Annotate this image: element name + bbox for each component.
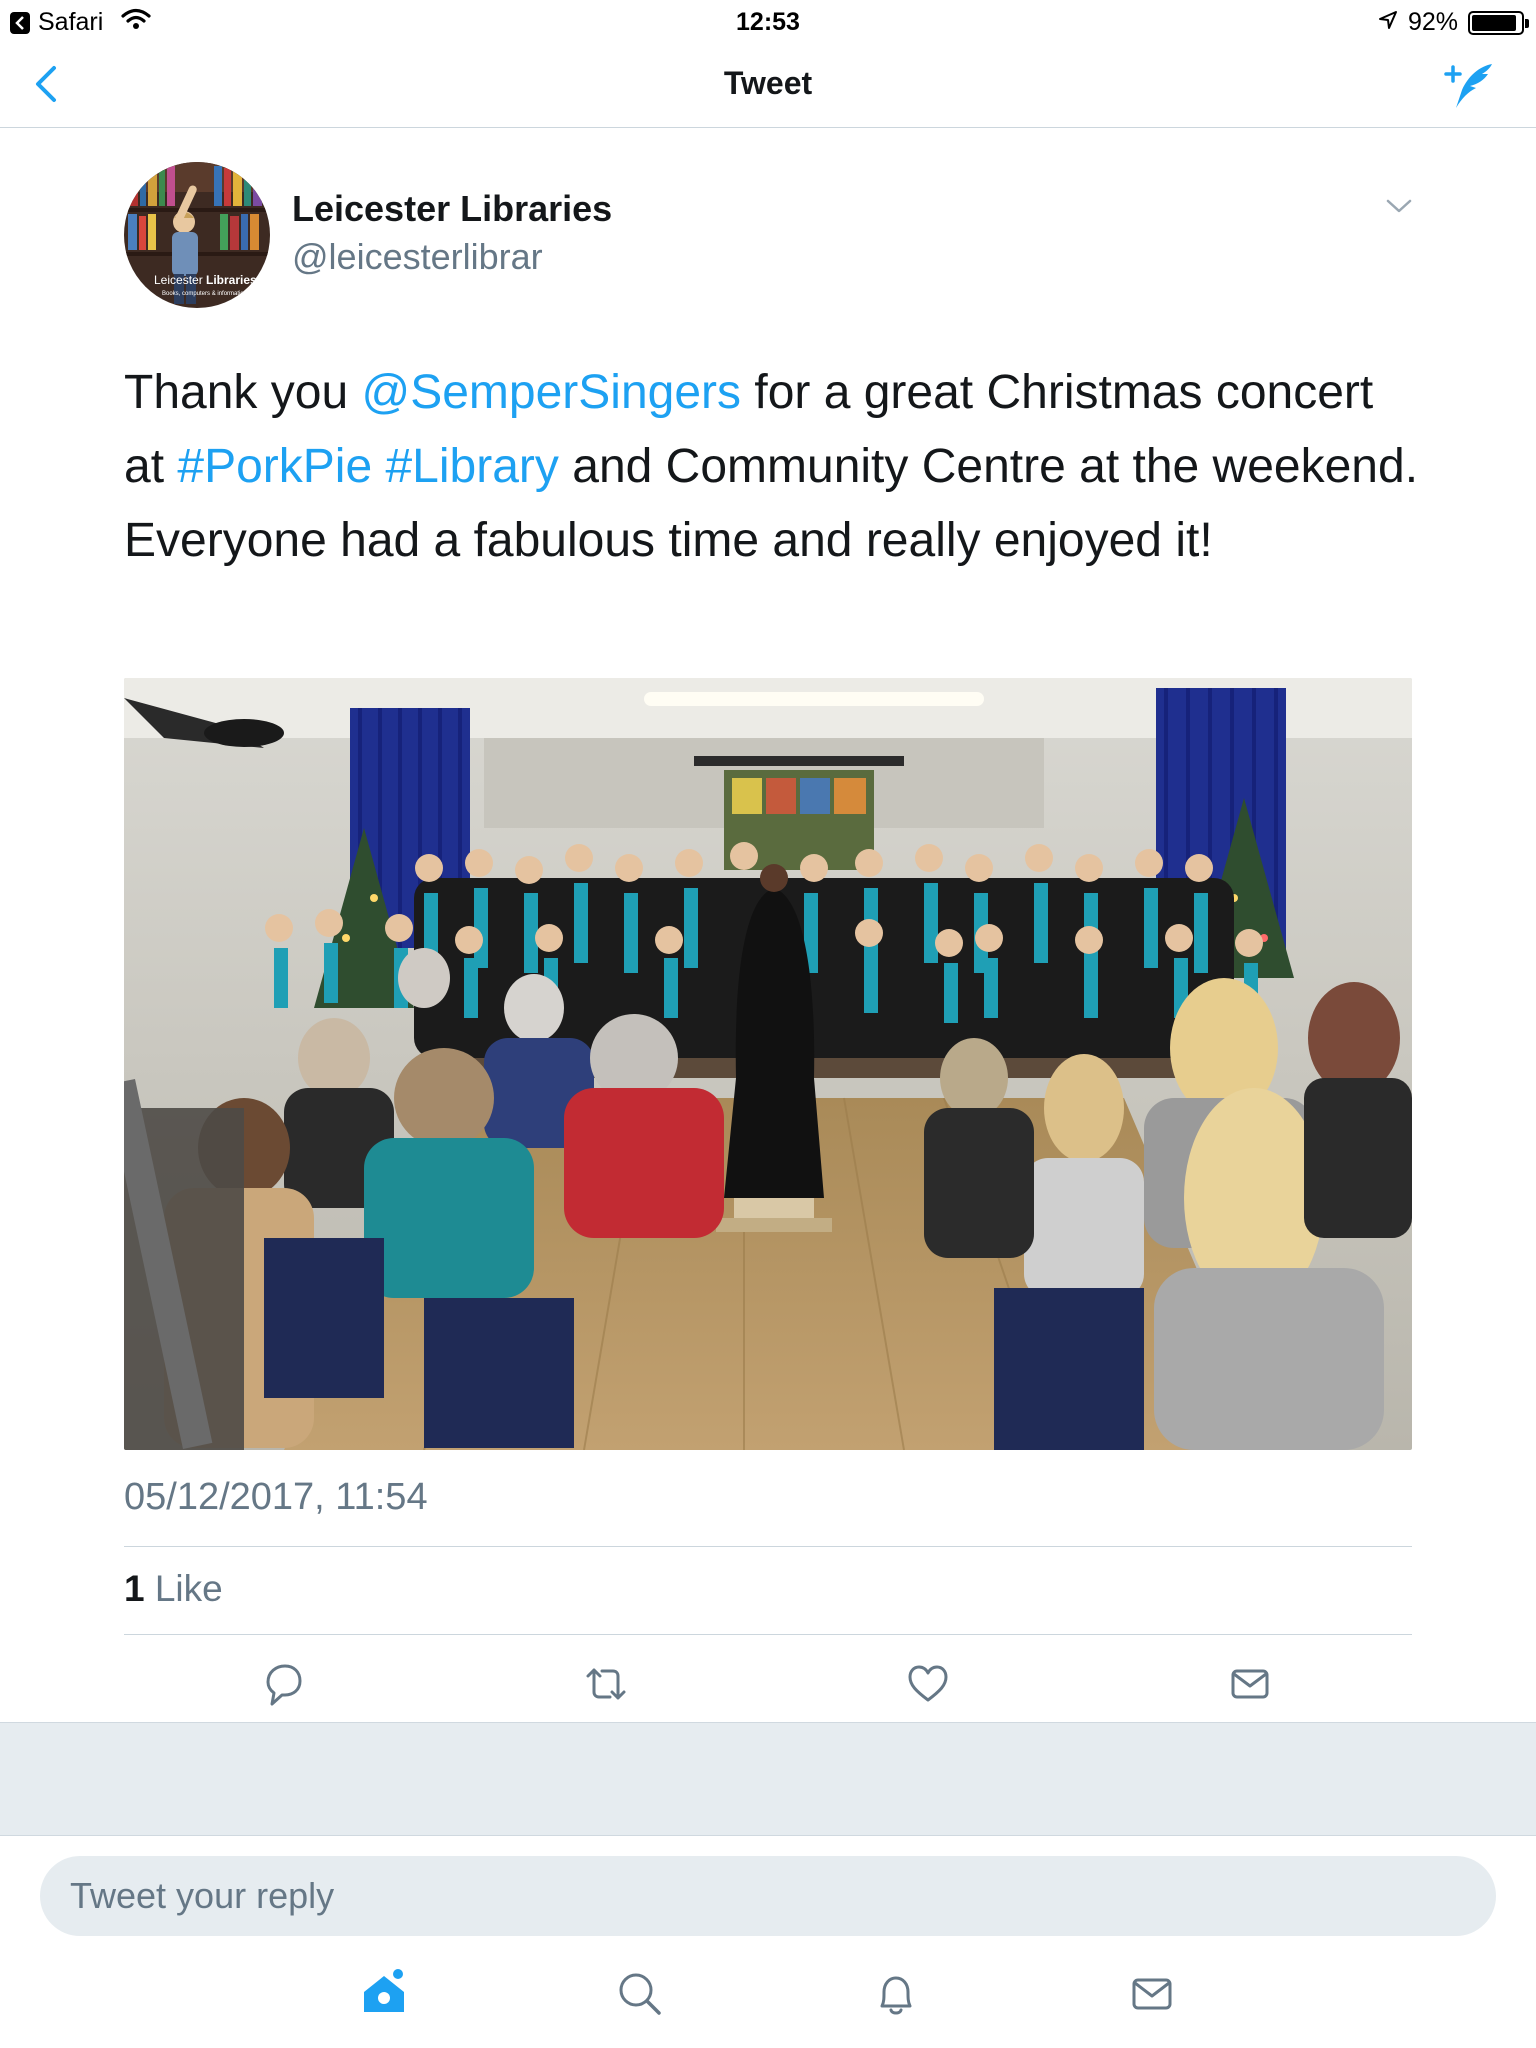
reply-button[interactable] xyxy=(258,1658,310,1710)
tab-bar xyxy=(0,1940,1536,2048)
clock: 12:53 xyxy=(736,8,800,36)
tweet-timestamp[interactable]: 05/12/2017, 11:54 xyxy=(124,1476,428,1519)
home-icon xyxy=(364,1969,404,2012)
nav-bar: Tweet xyxy=(0,40,1536,128)
hashtag-link[interactable]: #Library xyxy=(385,440,558,493)
likes-count[interactable]: 1 Like xyxy=(124,1568,223,1610)
author-name[interactable]: Leicester Libraries xyxy=(292,188,612,230)
tab-messages[interactable] xyxy=(1126,1968,1178,2020)
reply-bar xyxy=(0,1836,1536,1936)
divider xyxy=(124,1634,1412,1635)
chevron-down-icon xyxy=(1386,199,1412,213)
share-button[interactable] xyxy=(1224,1658,1276,1710)
battery-icon xyxy=(1468,10,1529,35)
retweet-button[interactable] xyxy=(580,1658,632,1710)
envelope-icon xyxy=(1132,1978,1172,2010)
like-button[interactable] xyxy=(902,1658,954,1710)
section-separator xyxy=(0,1722,1536,1836)
bell-icon xyxy=(880,1976,912,2015)
tweet-text: Thank you @SemperSingers for a great Chr… xyxy=(124,356,1424,578)
hashtag-link[interactable]: #PorkPie xyxy=(177,440,372,493)
svg-text:Libraries: Libraries xyxy=(206,273,257,287)
tweet-text-part: Thank you xyxy=(124,366,362,419)
page-title: Tweet xyxy=(723,65,813,101)
retweet-icon xyxy=(586,1668,626,1700)
likes-label: Like xyxy=(144,1568,223,1609)
compose-tweet-icon xyxy=(1444,64,1492,108)
svg-text:Leicester: Leicester xyxy=(154,273,203,287)
mention-link[interactable]: @SemperSingers xyxy=(361,366,741,419)
location-arrow-icon xyxy=(1378,8,1398,37)
status-bar: Safari 12:53 92% xyxy=(0,0,1536,40)
reply-icon xyxy=(266,1664,302,1706)
battery-percent: 92% xyxy=(1407,8,1458,36)
divider xyxy=(124,1546,1412,1547)
tweet-menu-button[interactable] xyxy=(1384,196,1414,216)
author-handle[interactable]: @leicesterlibrar xyxy=(292,236,543,278)
avatar[interactable]: Leicester Libraries Books, computers & i… xyxy=(124,162,270,308)
svg-text:Books, computers & information: Books, computers & information xyxy=(162,291,247,297)
compose-tweet-button[interactable] xyxy=(1442,58,1498,112)
likes-number: 1 xyxy=(124,1568,145,1609)
tab-notifications[interactable] xyxy=(870,1968,922,2020)
tweet-text-part xyxy=(372,440,385,493)
tab-home[interactable] xyxy=(358,1968,410,2020)
envelope-icon xyxy=(1231,1669,1269,1699)
heart-icon xyxy=(908,1665,948,1702)
status-right: 92% xyxy=(1378,8,1529,37)
tweet-actions xyxy=(0,1652,1536,1722)
reply-input[interactable] xyxy=(40,1856,1496,1936)
tweet-author: Leicester Libraries Books, computers & i… xyxy=(124,162,1414,310)
search-icon xyxy=(619,1973,661,2015)
tab-search[interactable] xyxy=(614,1968,666,2020)
tweet-photo[interactable] xyxy=(124,678,1412,1450)
